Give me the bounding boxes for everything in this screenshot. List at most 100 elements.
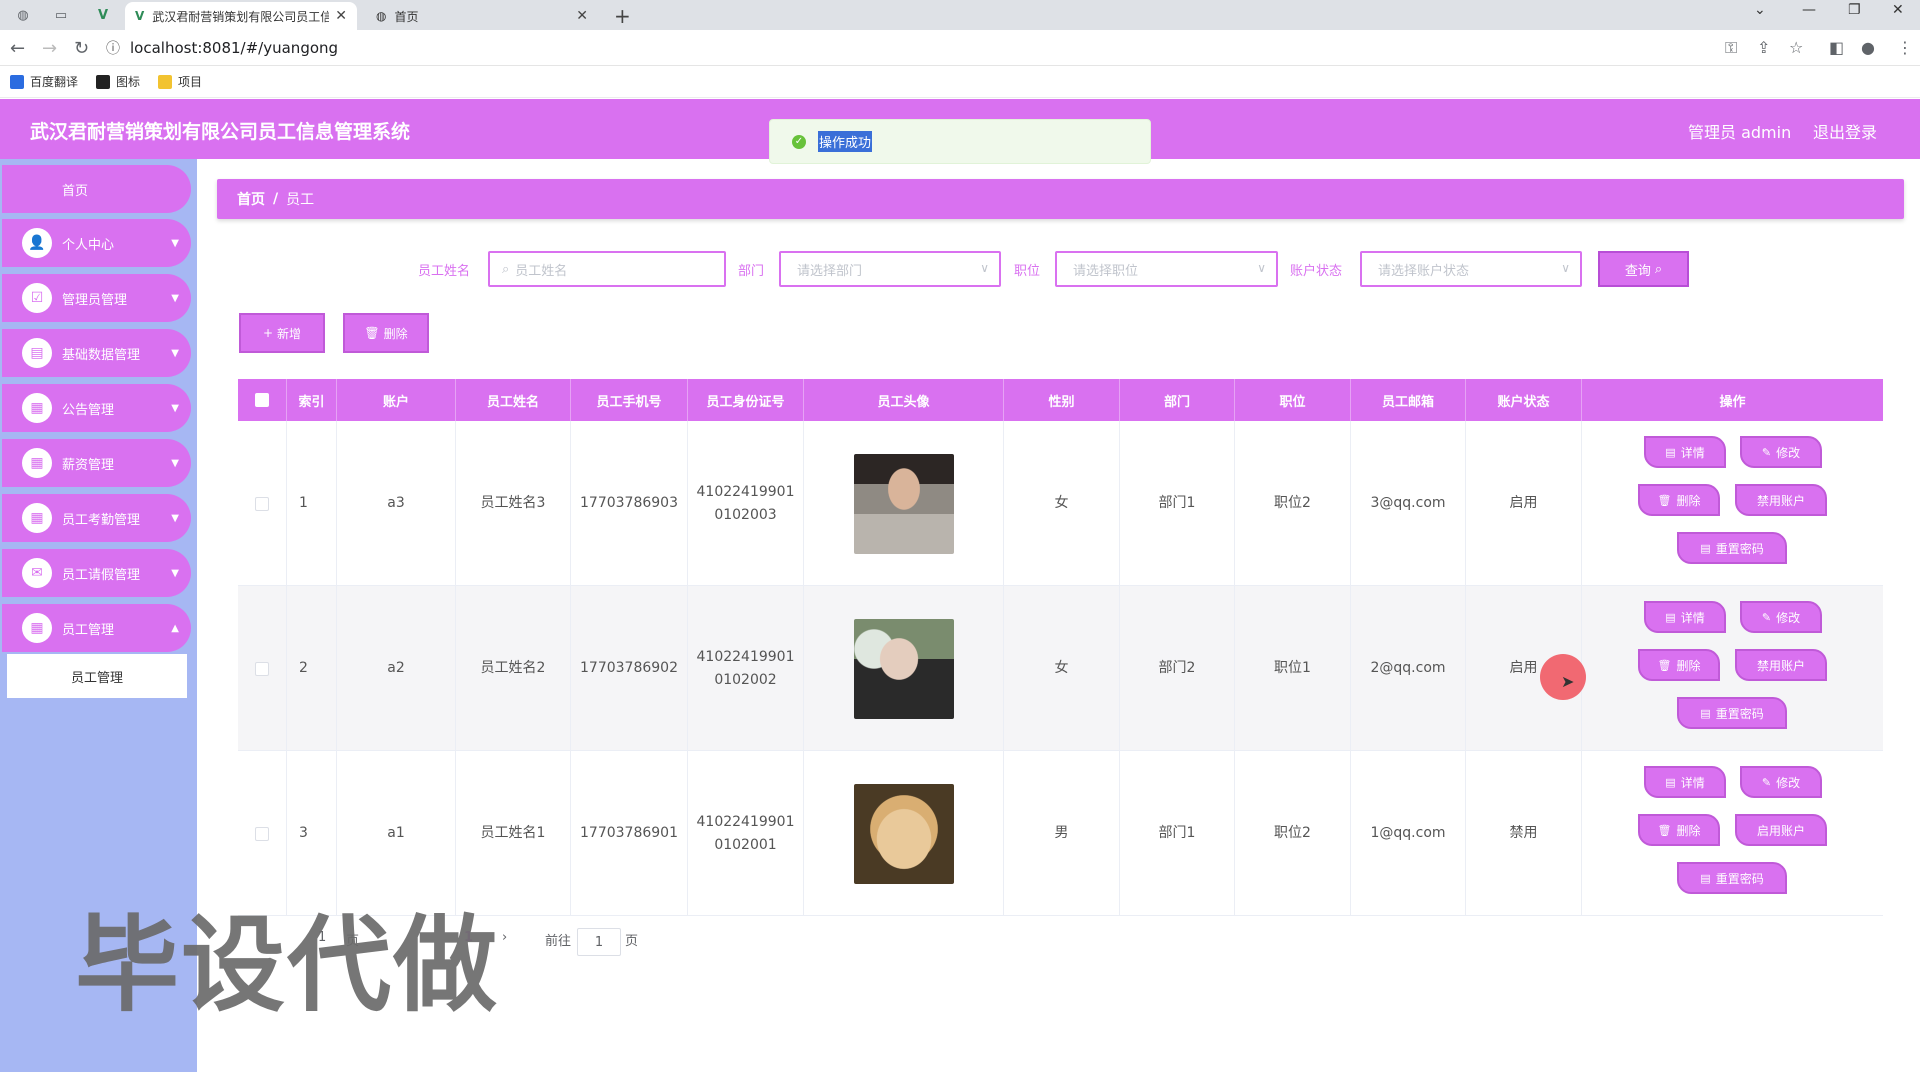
goto-page-input[interactable]: 1 [577, 928, 621, 956]
row-checkbox[interactable] [238, 421, 287, 586]
idcard-line: 41022419901 [696, 813, 795, 830]
globe-icon[interactable]: ◍ [12, 4, 34, 26]
chevron-down-icon: ∨ [1257, 261, 1266, 275]
dept-filter-select[interactable]: 请选择部门 ∨ [779, 251, 1001, 287]
bookmark-project-folder[interactable]: 项目 [158, 73, 202, 90]
sidebar-item-notice[interactable]: ▦ 公告管理 ▼ [2, 384, 191, 432]
bookmark-baidu-translate[interactable]: 百度翻译 [10, 73, 78, 90]
delete-button-label: 删除 [383, 326, 408, 341]
grid-icon: ▦ [22, 448, 52, 478]
close-icon[interactable]: ✕ [335, 8, 347, 24]
toggle-account-button[interactable]: 启用账户 [1735, 814, 1827, 846]
sidebar-item-attendance[interactable]: ▦ 员工考勤管理 ▼ [2, 494, 191, 542]
profile-icon[interactable]: ● [1861, 38, 1875, 57]
cell-idcard: 41022419901 0102002 [688, 586, 804, 751]
submenu-item-employee[interactable]: 员工管理 [7, 654, 187, 698]
globe-icon: ◍ [376, 9, 387, 23]
query-button[interactable]: 查询 ⌕ [1598, 251, 1689, 287]
toggle-label: 启用账户 [1756, 823, 1805, 838]
cell-index: 2 [287, 586, 337, 751]
th-name: 员工姓名 [456, 379, 571, 421]
position-filter-select[interactable]: 请选择职位 ∨ [1055, 251, 1278, 287]
side-panel-icon[interactable]: ◧ [1829, 38, 1844, 57]
row-checkbox[interactable] [238, 586, 287, 751]
sidebar-item-admin[interactable]: ☑ 管理员管理 ▼ [2, 274, 191, 322]
bookmark-icons[interactable]: 图标 [96, 73, 140, 90]
back-icon[interactable]: ← [10, 38, 25, 59]
minimize-icon[interactable]: — [1802, 2, 1816, 18]
delete-label: 删除 [1676, 823, 1701, 838]
select-all-checkbox[interactable] [238, 379, 287, 421]
menu-icon[interactable]: ⋮ [1897, 38, 1913, 57]
sidebar-item-label: 管理员管理 [62, 292, 128, 308]
employee-avatar[interactable] [853, 783, 954, 884]
detail-button[interactable]: ▤ 详情 [1644, 601, 1726, 633]
close-icon[interactable]: ✕ [576, 8, 588, 24]
cell-email: 3@qq.com [1351, 421, 1466, 586]
th-avatar: 员工头像 [804, 379, 1004, 421]
user-icon: 👤 [22, 228, 52, 258]
breadcrumb-home[interactable]: 首页 [237, 189, 265, 209]
tab-home[interactable]: ◍ 首页 ✕ [366, 2, 598, 30]
breadcrumb: 首页 / 员工 [217, 179, 1904, 219]
star-icon[interactable]: ☆ [1789, 38, 1803, 57]
success-toast: ✓ 操作成功 [769, 119, 1151, 164]
delete-button[interactable]: 🗑 删除 [1638, 649, 1720, 681]
table-row: 1 a3 员工姓名3 17703786903 41022419901 01020… [238, 421, 1883, 586]
detail-button[interactable]: ▤ 详情 [1644, 766, 1726, 798]
translate-icon [10, 74, 24, 89]
batch-delete-button[interactable]: 🗑 删除 [343, 313, 429, 353]
sidebar-item-leave[interactable]: ✉ 员工请假管理 ▼ [2, 549, 191, 597]
detail-button[interactable]: ▤ 详情 [1644, 436, 1726, 468]
add-button[interactable]: + 新增 [239, 313, 325, 353]
employee-avatar[interactable] [853, 453, 954, 554]
toggle-account-button[interactable]: 禁用账户 [1735, 649, 1827, 681]
reset-password-button[interactable]: ▤ 重置密码 [1677, 697, 1787, 729]
sidebar-item-employee[interactable]: ▦ 员工管理 ▲ [2, 604, 191, 652]
address-bar: ← → ↻ ⓘ localhost:8081/#/yuangong ⚿ ⇪ ☆ … [0, 30, 1920, 66]
cell-idcard: 41022419901 0102003 [688, 421, 804, 586]
reload-icon[interactable]: ↻ [74, 38, 89, 59]
delete-button[interactable]: 🗑 删除 [1638, 484, 1720, 516]
window-close-icon[interactable]: ✕ [1892, 2, 1904, 18]
tab-search-icon[interactable]: ⌄ [1754, 2, 1766, 18]
sidebar-item-profile[interactable]: 👤 个人中心 ▼ [2, 219, 191, 267]
next-page-icon[interactable]: › [502, 930, 507, 945]
name-filter-input[interactable]: ⌕ 员工姓名 [488, 251, 726, 287]
reset-password-button[interactable]: ▤ 重置密码 [1677, 862, 1787, 894]
reset-label: 重置密码 [1715, 541, 1764, 556]
url-field[interactable]: ⓘ localhost:8081/#/yuangong [106, 35, 1706, 61]
edit-button[interactable]: ✎ 修改 [1740, 766, 1822, 798]
new-tab-button[interactable]: + [614, 4, 631, 28]
checkbox [255, 826, 269, 841]
icon-site-icon [96, 74, 111, 89]
chevron-down-icon: ▼ [171, 347, 179, 359]
restore-icon[interactable]: ❐ [1848, 2, 1861, 18]
reset-password-button[interactable]: ▤ 重置密码 [1677, 532, 1787, 564]
document-icon: ▤ [1665, 610, 1676, 624]
status-filter-select[interactable]: 请选择账户状态 ∨ [1360, 251, 1582, 287]
employee-avatar[interactable] [853, 618, 954, 719]
logout-link[interactable]: 退出登录 [1813, 119, 1877, 143]
th-gender: 性别 [1004, 379, 1120, 421]
edit-button[interactable]: ✎ 修改 [1740, 436, 1822, 468]
pencil-icon: ✎ [1761, 610, 1772, 624]
th-index: 索引 [287, 379, 337, 421]
toggle-account-button[interactable]: 禁用账户 [1735, 484, 1827, 516]
sidebar-item-home[interactable]: 首页 [2, 165, 191, 213]
sidebar-item-basedata[interactable]: ▤ 基础数据管理 ▼ [2, 329, 191, 377]
edit-button[interactable]: ✎ 修改 [1740, 601, 1822, 633]
blank-tab-icon[interactable]: ▭ [50, 4, 72, 26]
url-text: localhost:8081/#/yuangong [130, 39, 339, 57]
delete-button[interactable]: 🗑 删除 [1638, 814, 1720, 846]
tab-active[interactable]: V 武汉君耐营销策划有限公司员工信 ✕ [125, 2, 357, 30]
goto-unit: 页 [625, 934, 639, 949]
vue-logo-icon[interactable]: V [92, 4, 114, 26]
forward-icon[interactable]: → [42, 38, 57, 59]
sidebar-item-salary[interactable]: ▦ 薪资管理 ▼ [2, 439, 191, 487]
site-info-icon[interactable]: ⓘ [106, 38, 120, 58]
sidebar-item-label: 个人中心 [62, 237, 115, 253]
share-icon[interactable]: ⇪ [1757, 38, 1770, 57]
key-icon[interactable]: ⚿ [1725, 38, 1737, 58]
mouse-pointer-icon: ➤ [1561, 672, 1575, 691]
